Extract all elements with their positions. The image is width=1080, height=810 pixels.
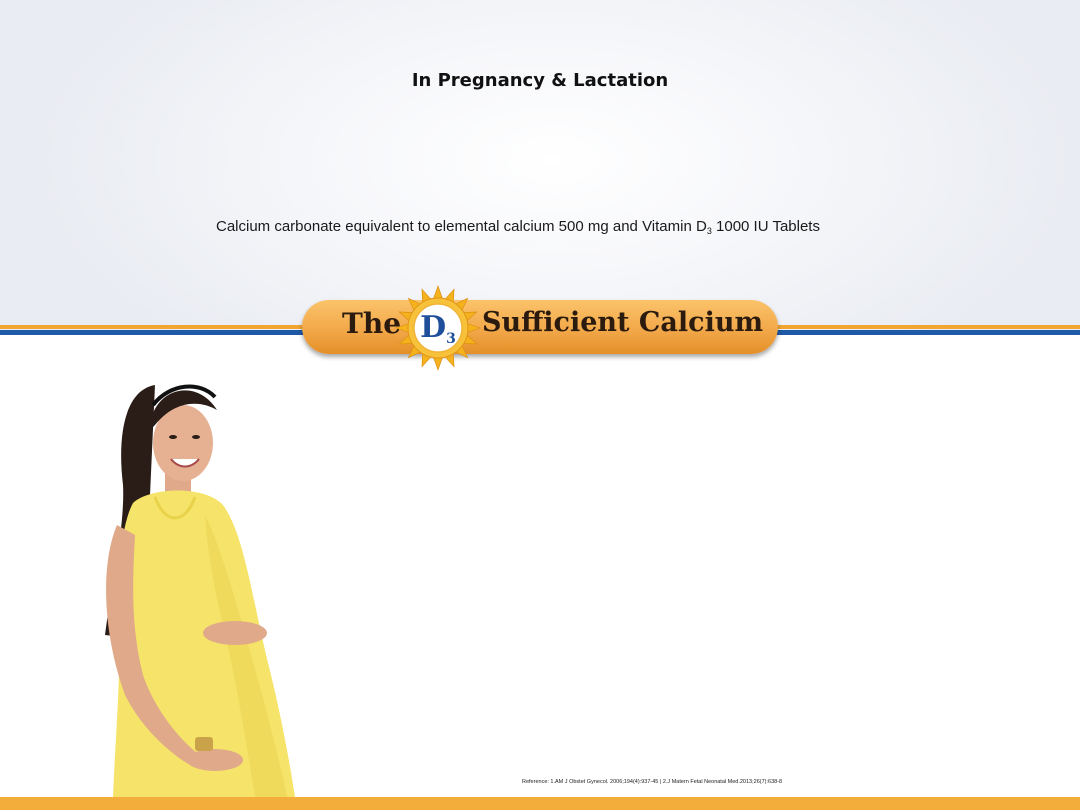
banner-tagline: Sufficient Calcium [482, 307, 764, 338]
pregnant-woman-photo [105, 384, 295, 797]
page-title: In Pregnancy & Lactation [411, 70, 669, 91]
logo-letter: D [420, 310, 447, 345]
footer-bar [0, 797, 1080, 810]
header-background [0, 0, 1080, 330]
logo-subscript: 3 [446, 331, 456, 347]
reference-footnote: Reference: 1.AM J Obstet Gynecol. 2006;1… [522, 779, 783, 785]
composition-suffix: 1000 IU Tablets [711, 218, 820, 235]
composition-text: Calcium carbonate equivalent to elementa… [216, 218, 820, 236]
banner-word-the: The [342, 307, 402, 340]
composition-main: Calcium carbonate equivalent to elementa… [216, 218, 707, 235]
sun-logo-text: D3 [395, 285, 481, 371]
